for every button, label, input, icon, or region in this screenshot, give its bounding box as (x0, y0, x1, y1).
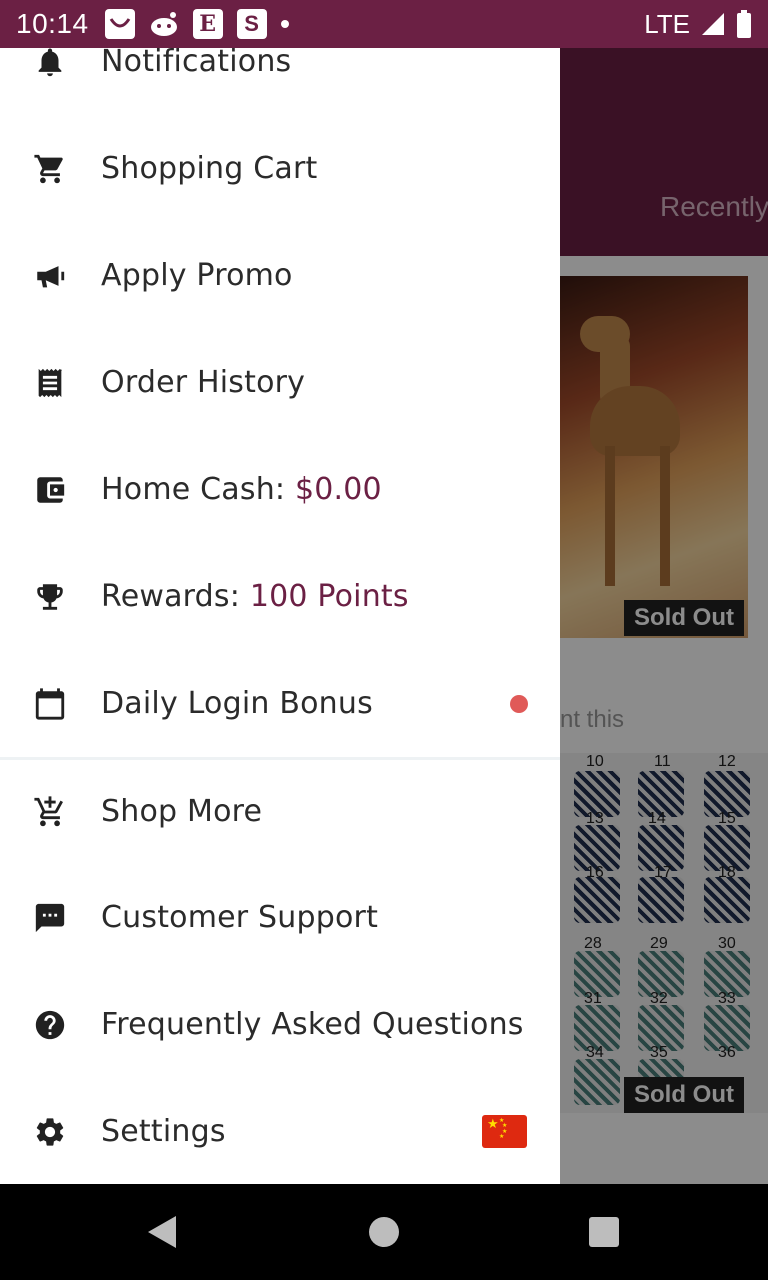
menu-label: Customer Support (101, 900, 379, 935)
status-time: 10:14 (16, 8, 89, 39)
home-cash-value: $0.00 (294, 472, 382, 507)
home-icon[interactable] (369, 1217, 399, 1247)
menu-label: Settings (101, 1114, 226, 1149)
menu-label: Daily Login Bonus (101, 686, 373, 721)
status-right: LTE (644, 9, 752, 40)
receipt-icon (32, 365, 68, 401)
rewards-label: Rewards: (101, 579, 250, 614)
network-label: LTE (644, 8, 690, 39)
menu-label: Home Cash: $0.00 (101, 472, 382, 507)
navigation-drawer: Notifications Shopping Cart Apply Promo … (0, 48, 560, 1184)
battery-icon (737, 10, 751, 38)
chat-icon (32, 900, 68, 936)
notification-badge (510, 694, 528, 713)
menu-item-daily-login-bonus[interactable]: Daily Login Bonus (0, 650, 560, 757)
menu-item-faq[interactable]: Frequently Asked Questions (0, 971, 560, 1078)
china-flag-icon[interactable]: ★ ★ ★ ★ ★ (482, 1115, 527, 1148)
etsy-icon: E (192, 9, 223, 39)
reddit-icon (149, 9, 179, 39)
recent-apps-icon[interactable] (589, 1217, 619, 1247)
s-app-icon: S (236, 9, 267, 39)
menu-item-order-history[interactable]: Order History (0, 329, 560, 436)
menu-item-settings[interactable]: Settings ★ ★ ★ ★ ★ (0, 1078, 560, 1184)
menu-item-shopping-cart[interactable]: Shopping Cart (0, 115, 560, 222)
help-icon (32, 1007, 68, 1043)
home-cash-label: Home Cash: (101, 472, 295, 507)
menu-label: Rewards: 100 Points (101, 579, 409, 614)
menu-item-shop-more[interactable]: Shop More (0, 758, 560, 865)
menu-label: Notifications (101, 48, 292, 79)
menu-item-apply-promo[interactable]: Apply Promo (0, 222, 560, 329)
menu-item-rewards[interactable]: Rewards: 100 Points (0, 543, 560, 650)
cart-icon (32, 151, 68, 187)
wallet-icon (32, 472, 68, 508)
system-nav-bar (0, 1184, 768, 1280)
flag-star-icon: ★ (487, 1117, 499, 1132)
flag-star-icon: ★ (499, 1133, 505, 1140)
menu-item-home-cash[interactable]: Home Cash: $0.00 (0, 436, 560, 543)
menu-label: Apply Promo (101, 258, 293, 293)
add-to-cart-icon (32, 794, 68, 830)
menu-label: Shopping Cart (101, 151, 318, 186)
menu-label: Order History (101, 365, 306, 400)
menu-label: Shop More (101, 794, 263, 829)
shopping-bag-icon (104, 9, 135, 39)
rewards-value: 100 Points (249, 579, 409, 614)
menu-item-customer-support[interactable]: Customer Support (0, 864, 560, 971)
megaphone-icon (32, 258, 68, 294)
trophy-icon (32, 579, 68, 615)
bell-icon (32, 48, 68, 80)
menu-label: Frequently Asked Questions (101, 1007, 524, 1042)
dot-icon (280, 20, 289, 28)
calendar-icon (32, 686, 68, 722)
back-icon[interactable] (148, 1216, 176, 1248)
gear-icon (32, 1114, 68, 1150)
notification-icons: E S (104, 9, 289, 39)
signal-icon (702, 13, 724, 35)
menu-item-notifications[interactable]: Notifications (0, 48, 560, 115)
status-bar: 10:14 E S LTE (0, 0, 768, 48)
